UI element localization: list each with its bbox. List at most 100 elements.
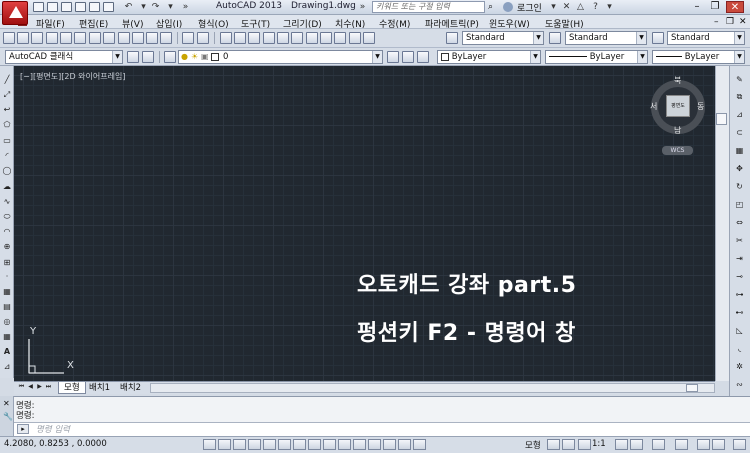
table-style-icon[interactable] (652, 32, 664, 44)
save-toolbar-icon[interactable] (31, 32, 43, 44)
redo-dropdown-icon[interactable]: ▾ (165, 2, 176, 12)
object-snap-tracking-icon[interactable] (308, 439, 321, 450)
array-icon[interactable]: ▦ (734, 146, 745, 156)
qnew-icon[interactable] (3, 32, 15, 44)
extend-icon[interactable]: ⇥ (734, 254, 745, 264)
quick-view-layouts-icon[interactable] (547, 439, 560, 450)
markup-icon[interactable] (334, 32, 346, 44)
copy-object-icon[interactable]: ⧉ (734, 92, 745, 102)
doc-restore-button[interactable]: ❐ (726, 17, 734, 27)
properties-icon[interactable] (277, 32, 289, 44)
sheet-set-icon[interactable] (320, 32, 332, 44)
tab-next-icon[interactable]: ▶ (36, 383, 43, 392)
lineweight-toggle-icon[interactable] (353, 439, 366, 450)
close-button[interactable]: ✕ (726, 1, 744, 13)
tab-first-icon[interactable]: ⏮ (18, 383, 25, 392)
application-menu-button[interactable] (2, 1, 28, 25)
object-snap-icon[interactable] (278, 439, 291, 450)
break-icon[interactable]: ⊶ (734, 290, 745, 300)
command-input[interactable] (14, 422, 750, 436)
ortho-mode-icon[interactable] (248, 439, 261, 450)
join-icon[interactable]: ⊷ (734, 308, 745, 318)
model-space-button[interactable]: 모형 (525, 439, 541, 451)
selection-cycling-icon[interactable] (398, 439, 411, 450)
customize-icon[interactable] (142, 51, 154, 63)
workspace-settings-icon[interactable] (127, 51, 139, 63)
horizontal-scrollbar[interactable] (150, 383, 715, 393)
3d-print-icon[interactable] (89, 32, 101, 44)
publish-icon[interactable] (74, 32, 86, 44)
match-properties-icon[interactable] (146, 32, 158, 44)
plot-icon[interactable] (46, 32, 58, 44)
layer-properties-icon[interactable] (164, 51, 176, 63)
infer-constraints-icon[interactable] (203, 439, 216, 450)
make-current-layer-icon[interactable] (387, 51, 399, 63)
lineweight-select[interactable]: ByLayer ▼ (652, 50, 745, 64)
viewcube-face[interactable]: 평면도 (666, 95, 690, 117)
linetype-select[interactable]: ByLayer ▼ (545, 50, 648, 64)
tab-layout2[interactable]: 배치2 (115, 382, 146, 394)
search-icon[interactable]: ⌕ (488, 2, 501, 13)
transparency-icon[interactable] (368, 439, 381, 450)
paste-icon[interactable] (132, 32, 144, 44)
workspace-switching-icon[interactable] (652, 439, 665, 450)
vertical-scroll-thumb[interactable] (716, 113, 727, 125)
add-selected-icon[interactable]: ⊿ (2, 362, 12, 371)
preview-icon[interactable] (60, 32, 72, 44)
design-center-icon[interactable] (291, 32, 303, 44)
text-style-select[interactable]: Standard ▼ (462, 31, 544, 45)
break-at-point-icon[interactable]: ⊸ (734, 272, 745, 282)
compass-south[interactable]: 남 (674, 125, 681, 136)
hatch-icon[interactable]: ▦ (2, 287, 12, 296)
undo-icon[interactable]: ↶ (123, 2, 134, 12)
fillet-icon[interactable]: ◟ (734, 344, 745, 354)
ellipse-icon[interactable]: ⬭ (2, 212, 12, 221)
line-icon[interactable]: ╱ (2, 75, 12, 84)
arc-icon[interactable]: ◜ (2, 151, 12, 160)
search-input[interactable]: 키워드 또는 구절 입력 (372, 1, 485, 13)
cut-icon[interactable] (103, 32, 115, 44)
help-toolbar-icon[interactable] (363, 32, 375, 44)
doc-close-button[interactable]: ✕ (739, 17, 747, 27)
spline-icon[interactable]: ∿ (2, 197, 12, 206)
point-icon[interactable]: · (2, 272, 12, 281)
3d-object-snap-icon[interactable] (293, 439, 306, 450)
region-icon[interactable]: ◎ (2, 317, 12, 326)
plot-preview-icon[interactable] (103, 2, 114, 12)
help-dropdown-icon[interactable]: ▾ (604, 2, 615, 12)
polar-tracking-icon[interactable] (263, 439, 276, 450)
annotation-monitor-icon[interactable] (413, 439, 426, 450)
construction-line-icon[interactable]: ⤢ (2, 90, 12, 99)
minimize-button[interactable]: – (688, 1, 706, 13)
zoom-previous-icon[interactable] (263, 32, 275, 44)
zoom-realtime-icon[interactable] (234, 32, 246, 44)
dynamic-ucs-icon[interactable] (323, 439, 336, 450)
color-select[interactable]: ByLayer ▼ (437, 50, 541, 64)
mirror-icon[interactable]: ⊿ (734, 110, 745, 120)
stretch-icon[interactable]: ⇔ (734, 218, 745, 228)
scale-icon[interactable]: ◰ (734, 200, 745, 210)
insert-block-icon[interactable]: ⊕ (2, 242, 12, 251)
quick-properties-icon[interactable] (383, 439, 396, 450)
open-icon[interactable] (17, 32, 29, 44)
undo-toolbar-icon[interactable] (182, 32, 194, 44)
polygon-icon[interactable]: ⬠ (2, 120, 12, 129)
save-as-icon[interactable] (75, 2, 86, 12)
chamfer-icon[interactable]: ◺ (734, 326, 745, 336)
layer-state-icon[interactable] (417, 51, 429, 63)
close-command-icon[interactable]: ✕ (3, 399, 10, 408)
trim-icon[interactable]: ✂ (734, 236, 745, 246)
layer-select[interactable]: ● ☀ ▣ 0 ▼ (178, 50, 383, 64)
login-dropdown-icon[interactable]: ▾ (548, 2, 559, 12)
stay-connected-icon[interactable]: △ (575, 2, 586, 12)
revision-cloud-icon[interactable]: ☁ (2, 182, 12, 191)
dim-style-select[interactable]: Standard ▼ (565, 31, 647, 45)
offset-icon[interactable]: ⊂ (734, 128, 745, 138)
restore-button[interactable]: ❐ (706, 1, 724, 13)
print-icon[interactable] (89, 2, 100, 12)
move-icon[interactable]: ✥ (734, 164, 745, 174)
isolate-objects-icon[interactable] (712, 439, 725, 450)
cursor-coordinates[interactable]: 4.2080, 0.8253 , 0.0000 (4, 439, 107, 449)
copy-icon[interactable] (118, 32, 130, 44)
blend-icon[interactable]: ∾ (734, 380, 745, 390)
